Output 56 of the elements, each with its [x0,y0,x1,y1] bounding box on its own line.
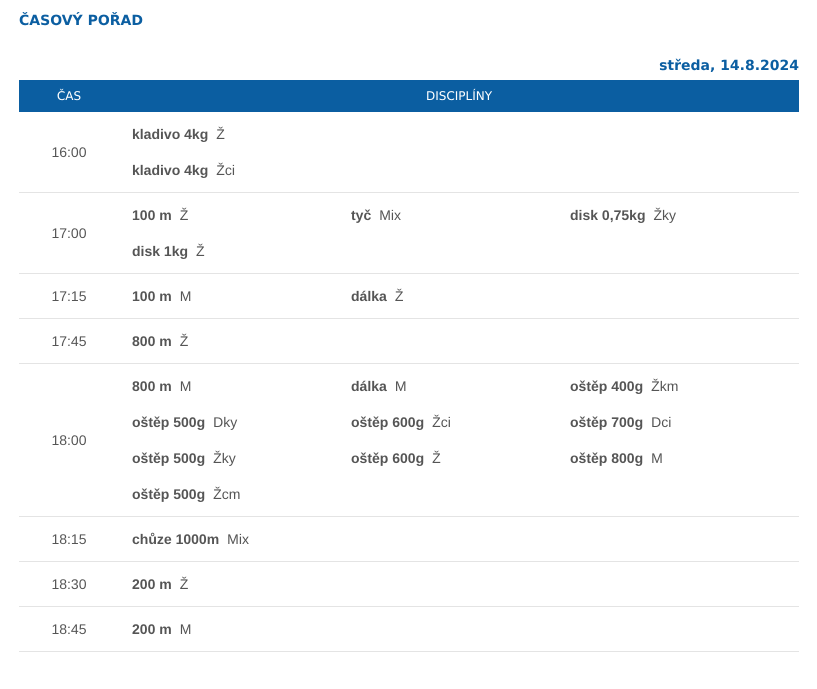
event-name: oštěp 600g [351,450,424,466]
event-name: dálka [351,288,387,304]
event-name: 100 m [132,288,172,304]
event-category: Ž [394,288,404,304]
event-category: Ž [180,333,188,349]
event-category: Žkm [651,378,678,394]
event-name: 800 m [132,333,172,349]
event-category: Ž [216,126,225,142]
time-cell-text: 17:15 [50,288,88,304]
time-cell-text: 18:30 [50,576,88,592]
event-name: dálka [351,378,387,394]
event-name: disk 1kg [132,243,188,259]
event-category: Ž [432,450,441,466]
event-category: Žky [213,450,236,466]
event-category: Dci [651,414,672,430]
page-title: ČASOVÝ POŘAD [19,11,144,31]
event-name: oštěp 500g [132,450,206,466]
time-cell-text: 17:00 [50,225,88,241]
event-name: oštěp 500g [132,414,206,430]
event-category: Mix [379,207,402,223]
column-header: DISCIPLÍNY [424,89,494,103]
time-cell-text: 16:00 [50,144,88,160]
time-cell-text: 18:00 [50,432,88,448]
event-category: Žci [432,414,451,430]
event-category: Ž [196,243,205,259]
event-name: tyč [351,207,372,223]
event-category: Ž [180,576,188,592]
event-name: 800 m [132,378,172,394]
event-name: 100 m [132,207,172,223]
event-name: chůze 1000m [132,531,220,547]
event-name: oštěp 800g [570,450,644,466]
event-category: Mix [227,531,249,547]
event-name: 200 m [132,621,172,637]
event-category: M [394,378,406,394]
time-cell-text: 17:45 [50,333,88,349]
event-category: Dky [213,414,238,430]
event-category: M [651,450,663,466]
event-name: oštěp 500g [132,486,206,502]
event-category: Žky [654,207,676,223]
event-name: kladivo 4kg [132,162,208,178]
schedule-date: středa, 14.8.2024 [658,57,799,76]
event-category: M [180,378,192,394]
time-cell-text: 18:15 [50,531,88,547]
event-name: 200 m [132,576,172,592]
event-name: disk 0,75kg [570,207,646,223]
event-category: Žci [216,162,235,178]
event-name: kladivo 4kg [132,126,208,142]
event-category: Ž [180,207,188,223]
event-name: oštěp 600g [351,414,424,430]
event-name: oštěp 700g [570,414,644,430]
time-cell-text: 18:45 [50,621,88,637]
column-header: ČAS [56,89,82,103]
event-category: M [180,621,192,637]
event-category: Žcm [213,486,240,502]
event-category: M [180,288,192,304]
event-name: oštěp 400g [570,378,644,394]
